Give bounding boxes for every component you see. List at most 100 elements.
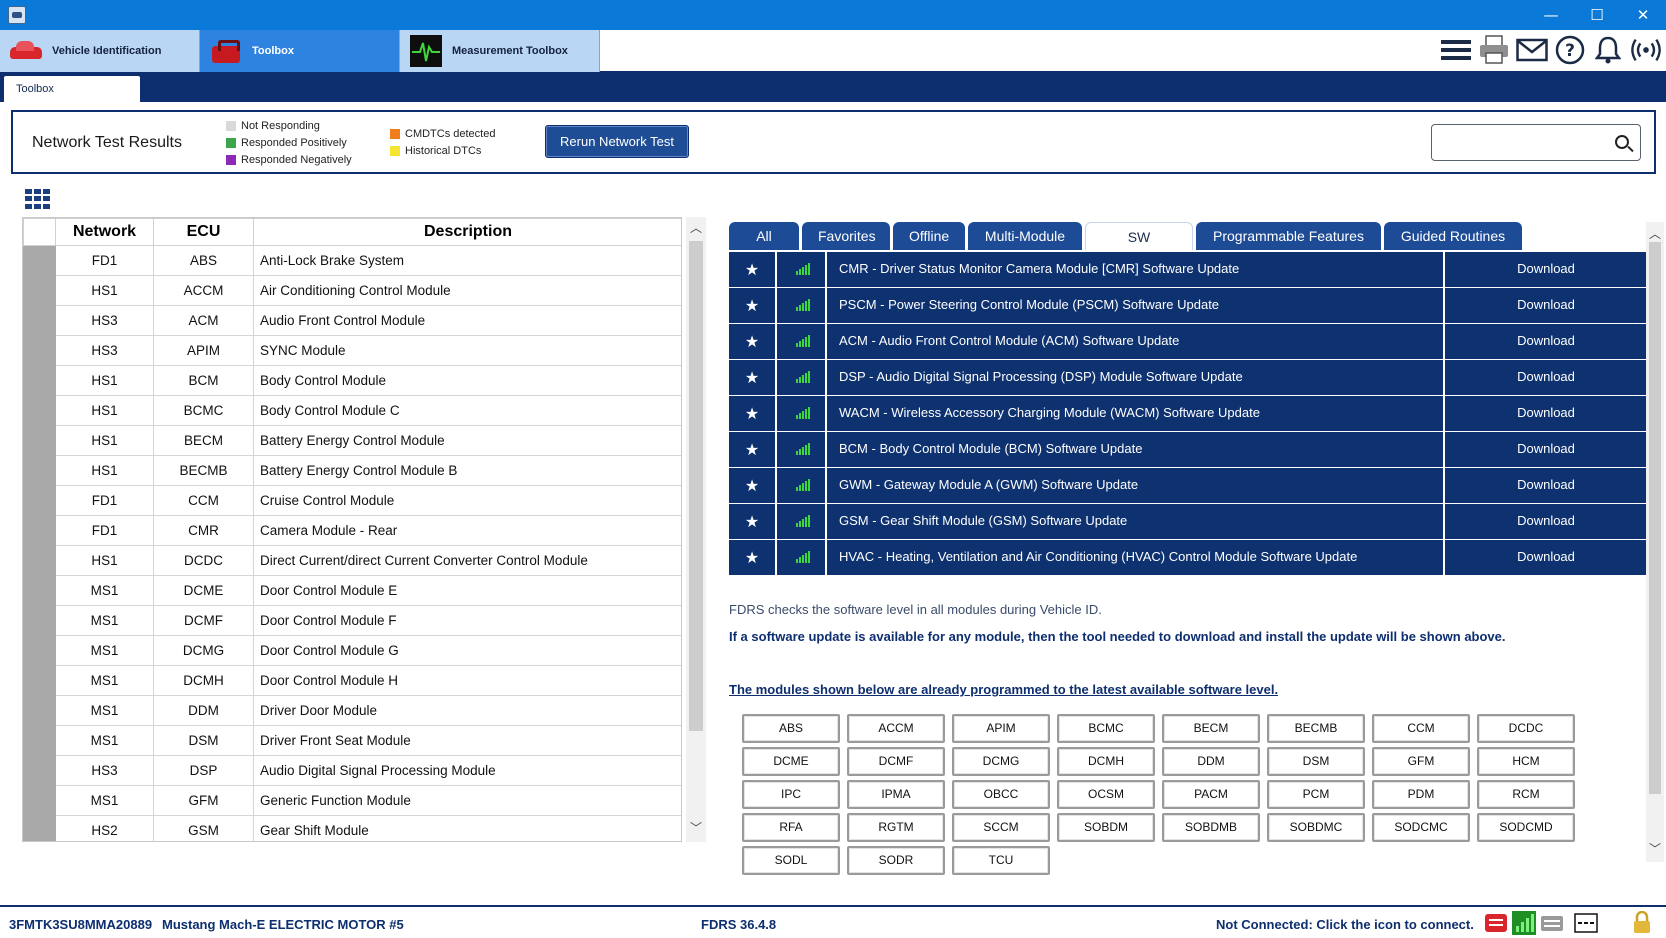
table-scrollbar[interactable]: ︿ ﹀ [686,217,706,842]
module-chip[interactable]: BECMB [1267,714,1365,743]
download-button[interactable]: Download [1445,360,1647,395]
tab-vehicle-identification[interactable]: Vehicle Identification [0,30,200,72]
favorite-star-icon[interactable]: ★ [729,540,777,575]
tab-programmable-features[interactable]: Programmable Features [1196,222,1381,250]
table-row[interactable]: HS1 DCDC Direct Current/direct Current Con… [23,545,681,576]
favorite-star-icon[interactable]: ★ [729,360,777,395]
module-chip[interactable]: DDM [1162,747,1260,776]
module-chip[interactable]: APIM [952,714,1050,743]
module-chip[interactable]: BCMC [1057,714,1155,743]
table-row[interactable]: MS1 DDM Driver Door Module [23,695,681,726]
software-update-row[interactable]: ★ WACM - Wireless Accessory Charging Modu… [729,396,1647,432]
scrollbar-thumb[interactable] [1649,242,1661,794]
module-chip[interactable]: SOBDM [1057,813,1155,842]
table-row[interactable]: MS1 GFM Generic Function Module [23,785,681,816]
module-chip[interactable]: DSM [1267,747,1365,776]
menu-icon[interactable] [1440,34,1472,66]
table-row[interactable]: HS1 BCM Body Control Module [23,365,681,396]
table-row[interactable]: MS1 DCMH Door Control Module H [23,665,681,696]
module-chip[interactable]: DCDC [1477,714,1575,743]
module-chip[interactable]: RCM [1477,780,1575,809]
table-row[interactable]: FD1 ABS Anti-Lock Brake System [23,245,681,276]
module-chip[interactable]: SODCMD [1477,813,1575,842]
table-row[interactable]: FD1 CCM Cruise Control Module [23,485,681,516]
download-button[interactable]: Download [1445,432,1647,467]
favorite-star-icon[interactable]: ★ [729,288,777,323]
table-row[interactable]: FD1 CMR Camera Module - Rear [23,515,681,546]
module-chip[interactable]: IPMA [847,780,945,809]
vci-alert-icon[interactable] [1484,911,1508,935]
search-icon[interactable] [1615,135,1629,149]
module-chip[interactable]: DCMF [847,747,945,776]
favorite-star-icon[interactable]: ★ [729,432,777,467]
software-update-row[interactable]: ★ HVAC - Heating, Ventilation and Air Con… [729,540,1647,576]
module-chip[interactable]: SODL [742,846,840,875]
module-chip[interactable]: GFM [1372,747,1470,776]
wireless-icon[interactable] [1630,34,1662,66]
update-description[interactable]: BCM - Body Control Module (BCM) Software… [827,432,1445,467]
ecu-column-header[interactable]: ECU [153,218,254,246]
software-update-row[interactable]: ★ DSP - Audio Digital Signal Processing (… [729,360,1647,396]
update-description[interactable]: WACM - Wireless Accessory Charging Modul… [827,396,1445,431]
update-description[interactable]: DSP - Audio Digital Signal Processing (D… [827,360,1445,395]
update-description[interactable]: ACM - Audio Front Control Module (ACM) S… [827,324,1445,359]
module-chip[interactable]: SOBDMB [1162,813,1260,842]
tab-offline[interactable]: Offline [893,222,965,250]
favorite-star-icon[interactable]: ★ [729,468,777,503]
table-row[interactable]: HS3 DSP Audio Digital Signal Processing Mo… [23,755,681,786]
module-chip[interactable]: SODR [847,846,945,875]
software-update-row[interactable]: ★ GSM - Gear Shift Module (GSM) Software … [729,504,1647,540]
right-scrollbar[interactable]: ︿ ﹀ [1646,222,1664,862]
description-column-header[interactable]: Description [253,218,681,246]
scroll-down-icon[interactable]: ﹀ [690,819,702,836]
software-update-row[interactable]: ★ BCM - Body Control Module (BCM) Softwar… [729,432,1647,468]
module-chip[interactable]: HCM [1477,747,1575,776]
update-description[interactable]: HVAC - Heating, Ventilation and Air Cond… [827,540,1445,575]
module-chip[interactable]: DCMG [952,747,1050,776]
module-chip[interactable]: RGTM [847,813,945,842]
module-chip[interactable]: CCM [1372,714,1470,743]
table-row[interactable]: HS1 BCMC Body Control Module C [23,395,681,426]
update-description[interactable]: GSM - Gear Shift Module (GSM) Software U… [827,504,1445,539]
table-row[interactable]: MS1 DSM Driver Front Seat Module [23,725,681,756]
rerun-network-test-button[interactable]: Rerun Network Test [545,125,689,158]
module-chip[interactable]: ACCM [847,714,945,743]
tab-measurement-toolbox[interactable]: Measurement Toolbox [400,30,600,72]
module-chip[interactable]: PDM [1372,780,1470,809]
bell-icon[interactable] [1592,34,1624,66]
table-row[interactable]: HS1 ACCM Air Conditioning Control Module [23,275,681,306]
module-chip[interactable]: SCCM [952,813,1050,842]
search-input[interactable] [1431,124,1641,161]
tab-favorites[interactable]: Favorites [802,222,890,250]
module-chip[interactable]: ABS [742,714,840,743]
scrollbar-thumb[interactable] [689,241,703,731]
lock-icon[interactable] [1630,910,1654,935]
maximize-button[interactable]: ☐ [1574,0,1620,30]
tab-toolbox[interactable]: Toolbox [200,30,400,72]
module-chip[interactable]: SOBDMC [1267,813,1365,842]
tab-multi-module[interactable]: Multi-Module [968,222,1082,250]
table-row[interactable]: HS3 APIM SYNC Module [23,335,681,366]
module-chip[interactable]: BECM [1162,714,1260,743]
module-chip[interactable]: RFA [742,813,840,842]
module-chip[interactable]: DCMH [1057,747,1155,776]
table-row[interactable]: HS1 BECMB Battery Energy Control Module B [23,455,681,486]
software-update-row[interactable]: ★ PSCM - Power Steering Control Module (P… [729,288,1647,324]
tab-toolbox-view[interactable]: Toolbox [4,76,140,102]
more-icon[interactable] [1574,911,1598,935]
favorite-star-icon[interactable]: ★ [729,396,777,431]
minimize-button[interactable]: — [1528,0,1574,30]
mail-icon[interactable] [1516,34,1548,66]
scroll-up-icon[interactable]: ︿ [1649,225,1661,242]
download-button[interactable]: Download [1445,396,1647,431]
module-chip[interactable]: SODCMC [1372,813,1470,842]
download-button[interactable]: Download [1445,252,1647,287]
scroll-down-icon[interactable]: ﹀ [1649,840,1661,857]
tab-sw-updates[interactable]: SW Updates [1085,222,1193,273]
download-button[interactable]: Download [1445,288,1647,323]
help-icon[interactable]: ? [1554,34,1586,66]
favorite-star-icon[interactable]: ★ [729,504,777,539]
table-row[interactable]: MS1 DCMF Door Control Module F [23,605,681,636]
update-description[interactable]: CMR - Driver Status Monitor Camera Modul… [827,252,1445,287]
update-description[interactable]: GWM - Gateway Module A (GWM) Software Up… [827,468,1445,503]
